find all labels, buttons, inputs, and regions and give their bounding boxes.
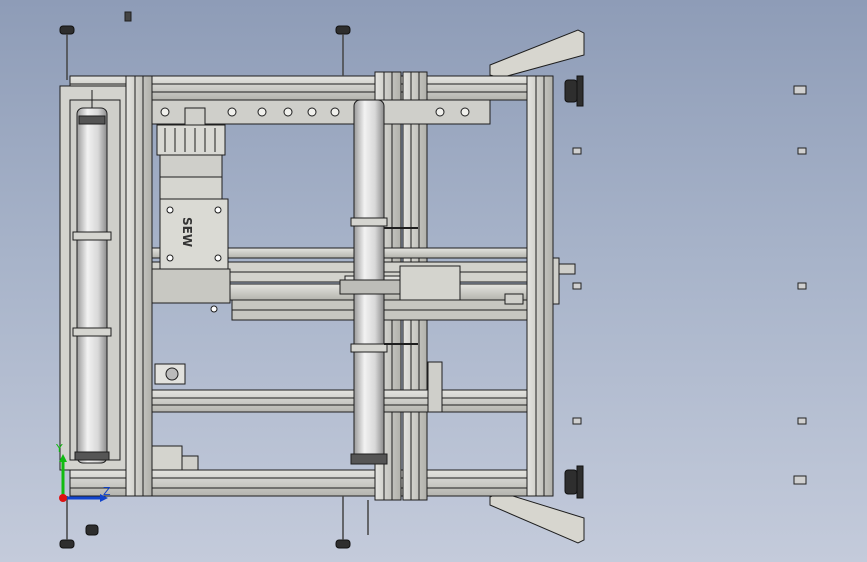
loose-part — [124, 11, 132, 22]
loose-bolt-2 — [793, 475, 807, 485]
motor-mount-plate — [151, 268, 231, 304]
loose-nut-4 — [797, 282, 807, 290]
loose-nut-6 — [797, 417, 807, 425]
conveyor-assembly-model[interactable]: SEW Z Y — [0, 0, 867, 562]
loose-nut-1 — [572, 147, 582, 155]
left-inner-frame-rail — [125, 75, 153, 497]
adjust-knob-bottom-mid — [335, 539, 351, 549]
leveling-foot-pad-2 — [576, 465, 584, 499]
adjust-knob-top-mid — [335, 25, 351, 35]
leveling-foot-top-right — [564, 79, 578, 103]
guide-rail-5 — [151, 389, 528, 413]
leveling-foot-pad — [576, 75, 584, 107]
left-roller — [76, 107, 108, 464]
adjust-knob-top-left — [59, 25, 75, 35]
triad-x-axis — [59, 494, 67, 502]
triad-z-label: Z — [103, 485, 111, 498]
adjust-knob-bottom-left — [59, 539, 75, 549]
lower-bracket — [151, 445, 183, 471]
motor-body — [159, 154, 223, 178]
loose-nut-5 — [572, 417, 582, 425]
cad-graphics-viewport[interactable]: SEW Z Y — [0, 0, 867, 562]
motor-brand-label: SEW — [180, 217, 194, 247]
triad-y-label: Y — [55, 442, 63, 455]
cable-gland — [85, 524, 99, 536]
loose-nut-2 — [797, 147, 807, 155]
leveling-foot-bottom-right — [564, 469, 578, 495]
top-mounting-bracket — [489, 29, 585, 79]
right-frame-rail — [526, 75, 554, 497]
loose-bolt-1 — [793, 85, 807, 95]
right-end-block — [552, 257, 560, 305]
bottom-mounting-bracket — [489, 491, 585, 544]
pneumatic-cylinder — [399, 265, 461, 301]
loose-nut-3 — [572, 282, 582, 290]
